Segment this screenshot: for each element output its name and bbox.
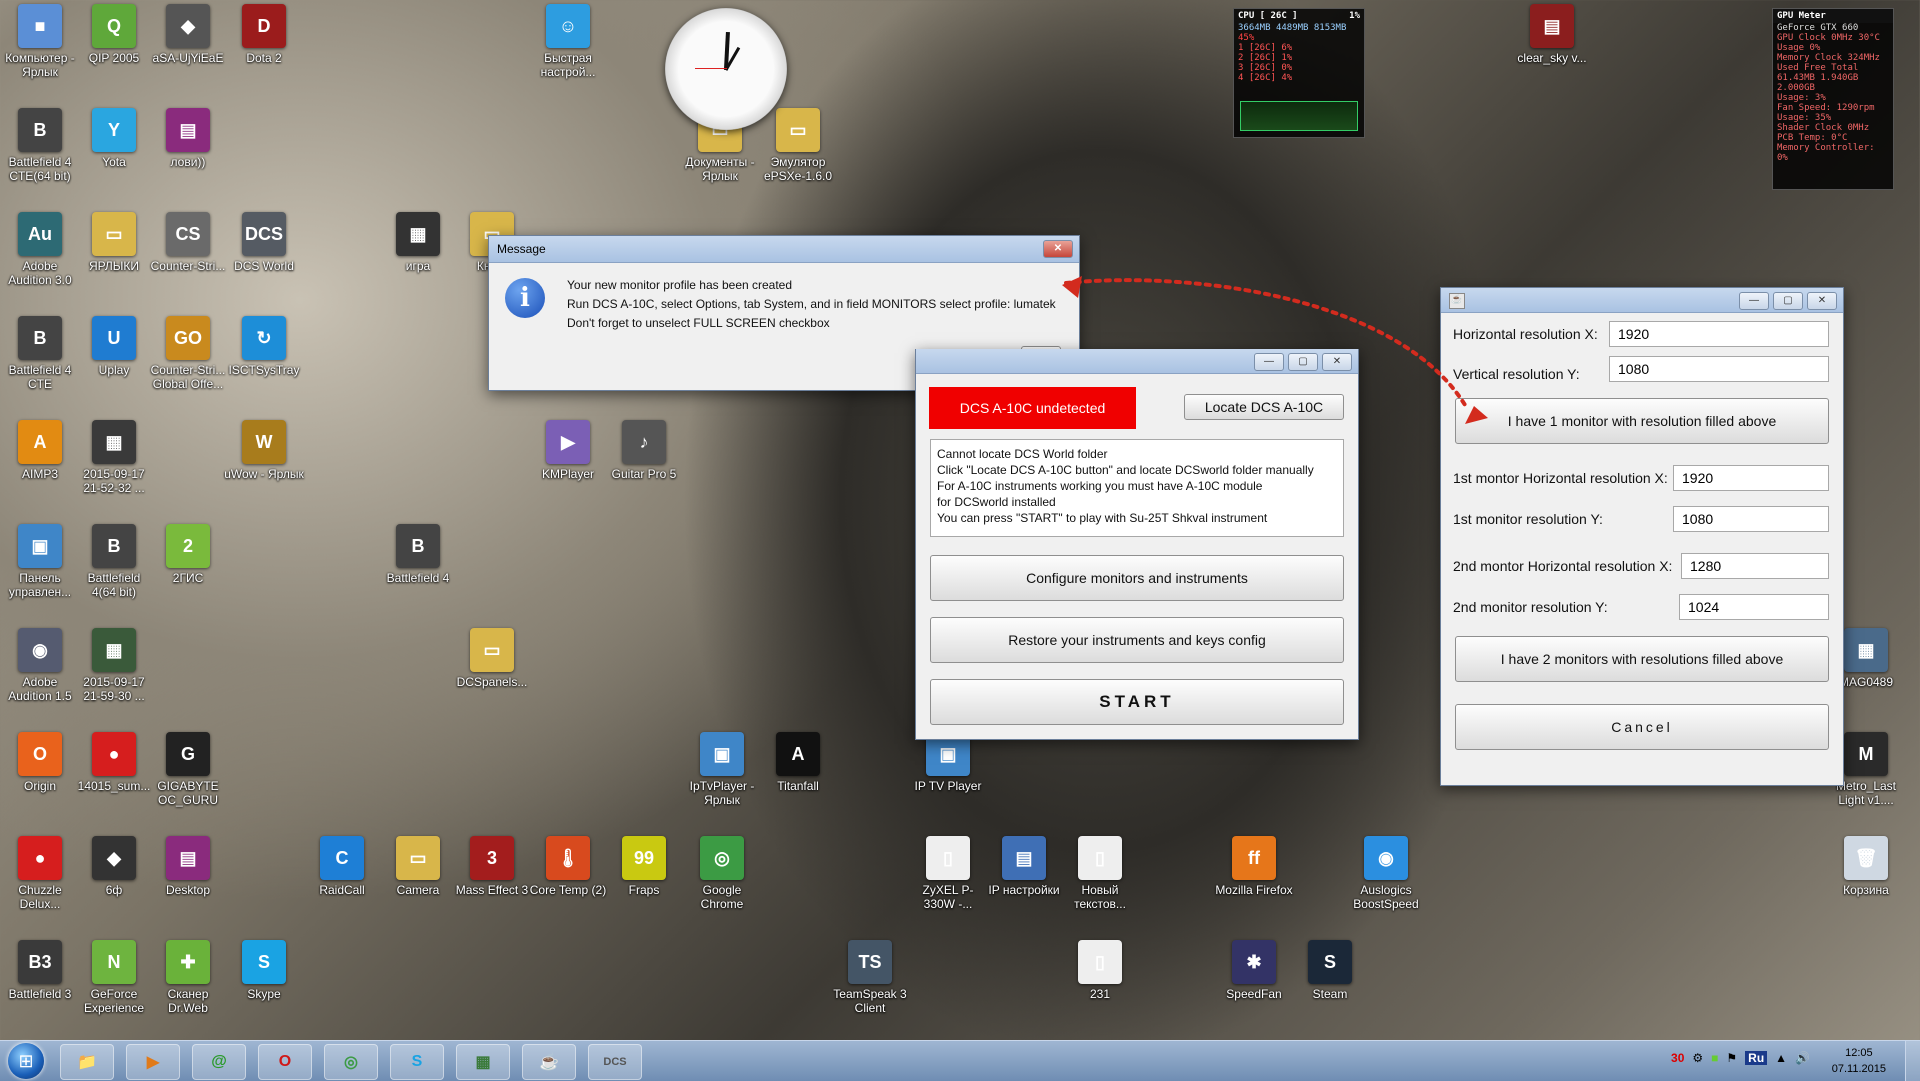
taskbar-skype-button[interactable]: S bbox=[390, 1044, 444, 1080]
taskbar-java-button[interactable]: ☕ bbox=[522, 1044, 576, 1080]
start-orb[interactable]: ⊞ bbox=[8, 1043, 44, 1079]
annotation-arrow-head-start bbox=[1062, 276, 1082, 298]
taskbar-media-button[interactable]: ▶ bbox=[126, 1044, 180, 1080]
taskbar-app-button[interactable]: ▦ bbox=[456, 1044, 510, 1080]
tray-volume-icon[interactable]: 🔊 bbox=[1795, 1051, 1810, 1065]
annotation-arrow bbox=[1062, 276, 1488, 424]
taskbar-agent-button[interactable]: @ bbox=[192, 1044, 246, 1080]
annotation-arrow-path bbox=[1064, 278, 1467, 407]
annotation-arrow-head-end bbox=[1465, 406, 1488, 424]
tray-temp-icon[interactable]: 30 bbox=[1671, 1051, 1684, 1065]
tray-network-icon[interactable]: ▲ bbox=[1775, 1051, 1787, 1065]
tray-clock[interactable]: 12:05 07.11.2015 bbox=[1832, 1045, 1886, 1077]
taskbar: ⊞ 📁 ▶ @ O ◎ S ▦ ☕ DCS 30 ⚙ ■ ⚑ Ru ▲ 🔊 12:05 07.1… bbox=[0, 1040, 1920, 1081]
show-desktop-button[interactable] bbox=[1905, 1041, 1920, 1081]
tray-lang-indicator[interactable]: Ru bbox=[1745, 1051, 1768, 1065]
system-tray: 30 ⚙ ■ ⚑ Ru ▲ 🔊 bbox=[1671, 1051, 1810, 1065]
taskbar-explorer-button[interactable]: 📁 bbox=[60, 1044, 114, 1080]
tray-gear-icon[interactable]: ⚙ bbox=[1692, 1051, 1703, 1065]
tray-date: 07.11.2015 bbox=[1831, 1063, 1886, 1075]
taskbar-dcs-button[interactable]: DCS bbox=[588, 1044, 642, 1080]
tray-nvidia-icon[interactable]: ■ bbox=[1711, 1051, 1718, 1065]
tray-time: 12:05 bbox=[1845, 1047, 1873, 1059]
taskbar-opera-button[interactable]: O bbox=[258, 1044, 312, 1080]
taskbar-chrome-button[interactable]: ◎ bbox=[324, 1044, 378, 1080]
tray-flag-icon[interactable]: ⚑ bbox=[1726, 1051, 1737, 1065]
